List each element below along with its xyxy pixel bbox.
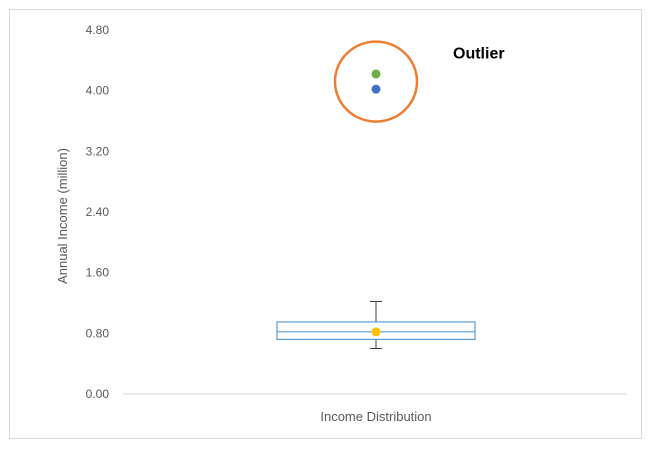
y-tick-label: 4.00 (86, 84, 110, 98)
y-axis-ticks: 0.00 0.80 1.60 2.40 3.20 4.00 4.80 (86, 23, 110, 401)
outlier-point (371, 69, 381, 79)
outlier-point (371, 84, 381, 94)
x-axis-title: Income Distribution (320, 409, 431, 424)
y-tick-label: 4.80 (86, 23, 110, 37)
chart-svg: 0.00 0.80 1.60 2.40 3.20 4.00 4.80 Annual Inco… (55, 23, 627, 424)
y-tick-label: 0.80 (86, 326, 110, 340)
y-tick-label: 3.20 (86, 144, 110, 158)
outlier-highlight-circle (333, 40, 419, 123)
chart-area: 0.00 0.80 1.60 2.40 3.20 4.00 4.80 Annual Inco… (9, 9, 642, 439)
y-tick-label: 1.60 (86, 266, 110, 280)
box-plot (276, 300, 476, 349)
mean-marker (371, 327, 381, 337)
y-tick-label: 2.40 (86, 205, 110, 219)
y-axis-title: Annual Income (million) (55, 148, 70, 284)
outliers (371, 69, 381, 94)
y-tick-label: 0.00 (86, 387, 110, 401)
outlier-annotation: Outlier (453, 46, 505, 63)
